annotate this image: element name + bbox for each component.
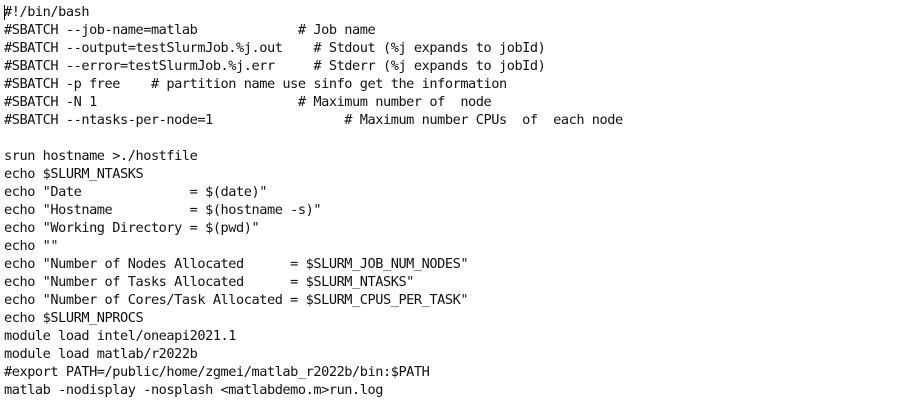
code-line-22: matlab -nodisplay -nosplash <matlabdemo.…	[4, 382, 383, 398]
code-line-20: module load matlab/r2022b	[4, 346, 198, 362]
code-line-2: #SBATCH --job-name=matlab # Job name	[4, 22, 376, 38]
code-line-21: #export PATH=/public/home/zgmei/matlab_r…	[4, 364, 430, 380]
code-line-19: module load intel/oneapi2021.1	[4, 328, 237, 344]
code-line-12: echo "Hostname = $(hostname -s)"	[4, 202, 322, 218]
code-line-4: #SBATCH --error=testSlurmJob.%j.err # St…	[4, 58, 546, 74]
code-line-16: echo "Number of Tasks Allocated = $SLURM…	[4, 274, 414, 290]
code-line-5: #SBATCH -p free # partition name use sin…	[4, 76, 507, 92]
code-line-11: echo "Date = $(date)"	[4, 184, 267, 200]
code-line-17: echo "Number of Cores/Task Allocated = $…	[4, 292, 469, 308]
code-line-6: #SBATCH -N 1 # Maximum number of node	[4, 94, 492, 110]
code-line-18: echo $SLURM_NPROCS	[4, 310, 144, 326]
code-line-1: #!/bin/bash	[4, 4, 90, 20]
code-line-14: echo ""	[4, 238, 59, 254]
code-line-3: #SBATCH --output=testSlurmJob.%j.out # S…	[4, 40, 546, 56]
code-line-13: echo "Working Directory = $(pwd)"	[4, 220, 260, 236]
code-editor[interactable]: #!/bin/bash #SBATCH --job-name=matlab # J…	[0, 0, 909, 404]
code-line-9: srun hostname >./hostfile	[4, 148, 198, 164]
script-text[interactable]: #!/bin/bash #SBATCH --job-name=matlab # J…	[4, 3, 623, 399]
code-line-15: echo "Number of Nodes Allocated = $SLURM…	[4, 256, 469, 272]
code-line-7: #SBATCH --ntasks-per-node=1 # Maximum nu…	[4, 112, 623, 128]
code-line-10: echo $SLURM_NTASKS	[4, 166, 144, 182]
